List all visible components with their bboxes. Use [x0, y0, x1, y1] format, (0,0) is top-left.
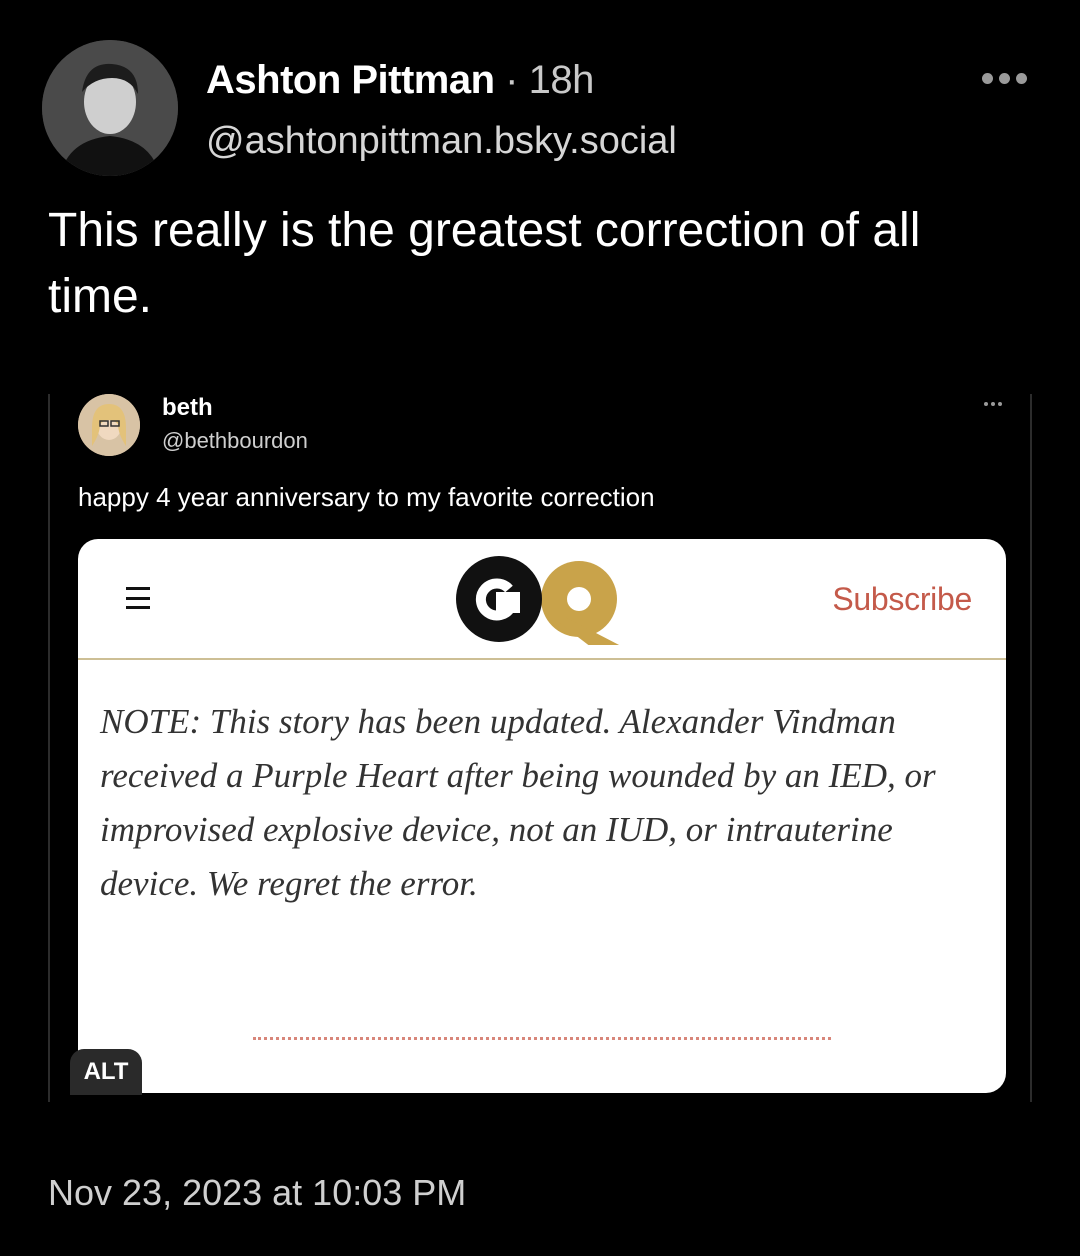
embed-text: happy 4 year anniversary to my favorite …	[78, 482, 655, 512]
embedded-image[interactable]: Subscribe NOTE: This story has been upda…	[78, 539, 1006, 1093]
gq-logo	[456, 556, 620, 645]
subscribe-link: Subscribe	[832, 581, 972, 617]
embed-author-handle[interactable]: @bethbourdon	[162, 428, 308, 454]
quoted-post[interactable]: beth @bethbourdon happy 4 year anniversa…	[48, 394, 1032, 1102]
author-name[interactable]: Ashton Pittman	[206, 58, 495, 102]
author-avatar[interactable]	[42, 40, 178, 176]
author-handle[interactable]: @ashtonpittman.bsky.social	[206, 120, 677, 163]
correction-note: NOTE: This story has been updated. Alexa…	[100, 702, 936, 903]
embed-more-icon[interactable]	[984, 402, 1002, 406]
post-age[interactable]: 18h	[529, 58, 595, 102]
hamburger-menu-icon	[126, 587, 150, 609]
alt-text-button[interactable]: ALT	[70, 1049, 142, 1095]
gq-header: Subscribe	[78, 539, 1006, 660]
embed-author-avatar[interactable]	[78, 394, 140, 456]
post-text: This really is the greatest correction o…	[48, 204, 921, 323]
dotted-divider	[253, 1037, 831, 1040]
post-timestamp: Nov 23, 2023 at 10:03 PM	[48, 1172, 467, 1213]
separator: ·	[505, 58, 518, 102]
more-options-icon[interactable]	[982, 66, 1032, 90]
author-name-line: Ashton Pittman · 18h	[206, 58, 594, 103]
post-header: Ashton Pittman · 18h @ashtonpittman.bsky…	[42, 38, 1038, 178]
embed-author-name[interactable]: beth	[162, 394, 213, 422]
